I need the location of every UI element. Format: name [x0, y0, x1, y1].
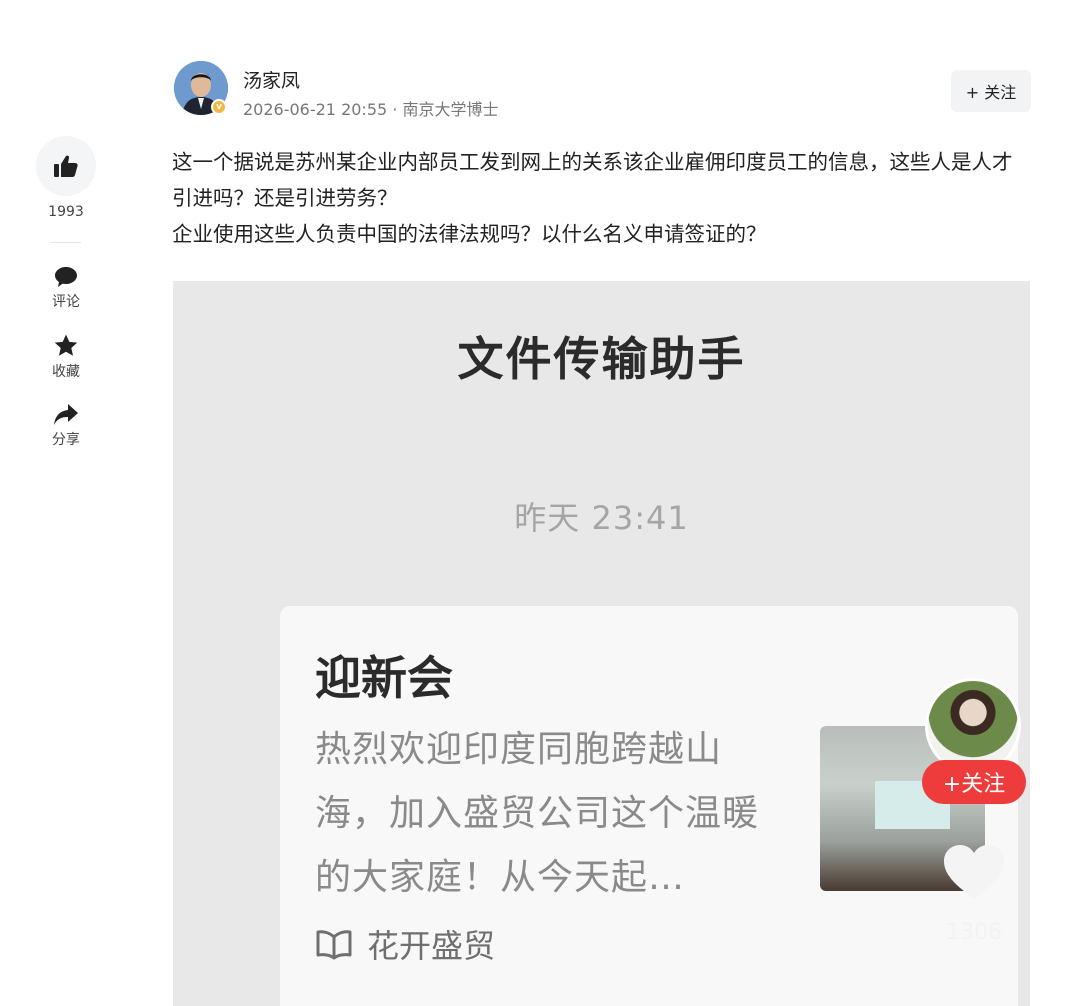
follow-button[interactable]: + 关注 — [951, 70, 1031, 112]
verified-badge: v — [211, 99, 227, 115]
comment-button[interactable]: 评论 — [36, 265, 96, 311]
post-paragraph: 这一个据说是苏州某企业内部员工发到网上的关系该企业雇佣印度员工的信息，这些人是人… — [172, 150, 1013, 210]
heart-icon — [944, 845, 1004, 899]
book-icon — [316, 930, 352, 960]
share-arrow-icon — [54, 404, 78, 425]
action-rail: 1993 评论 收藏 分享 — [36, 136, 96, 471]
overlay-follow-button: +关注 — [922, 760, 1026, 804]
post-meta: 2026-06-21 20:55 · 南京大学博士 — [243, 100, 499, 119]
card-source: 花开盛贸 — [315, 921, 495, 967]
favorite-button[interactable]: 收藏 — [36, 333, 96, 381]
comment-bubble-icon — [55, 267, 77, 287]
favorite-label: 收藏 — [52, 364, 80, 380]
shared-article-card: 迎新会 热烈欢迎印度同胞跨越山海，加入盛贸公司这个温暖的大家庭！从今天起… 花开… — [280, 606, 1018, 1006]
chat-time: 昨天 23:41 — [514, 499, 689, 537]
post-body: 这一个据说是苏州某企业内部员工发到网上的关系该企业雇佣印度员工的信息，这些人是人… — [172, 144, 1032, 252]
card-description: 热烈欢迎印度同胞跨越山海，加入盛贸公司这个温暖的大家庭！从今天起… — [315, 729, 760, 898]
rail-divider — [51, 242, 81, 243]
card-source-name: 花开盛贸 — [367, 927, 496, 965]
star-icon — [54, 334, 78, 356]
like-count: 1993 — [48, 204, 84, 220]
like-button[interactable] — [36, 136, 96, 196]
author-name[interactable]: 汤家凤 — [243, 66, 300, 93]
share-label: 分享 — [52, 432, 80, 448]
card-title: 迎新会 — [315, 651, 453, 705]
comment-label: 评论 — [52, 294, 80, 310]
post-image[interactable]: 文件传输助手 昨天 23:41 迎新会 热烈欢迎印度同胞跨越山海，加入盛贸公司这… — [173, 281, 1030, 1006]
chat-title: 文件传输助手 — [457, 332, 746, 386]
overlay-like-count: 1306 — [946, 920, 1002, 945]
post-paragraph: 企业使用这些人负责中国的法律法规吗？以什么名义申请签证的？ — [172, 222, 767, 246]
thumbs-up-icon — [54, 155, 78, 177]
share-button[interactable]: 分享 — [36, 403, 96, 449]
